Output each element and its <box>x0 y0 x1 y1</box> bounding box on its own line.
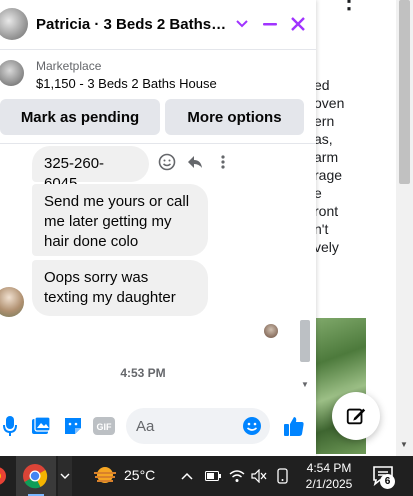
show-hidden-icons-button[interactable] <box>178 466 196 486</box>
network-status[interactable] <box>228 466 246 486</box>
message-bubble[interactable]: Oops sorry was texting my daughter <box>32 260 208 316</box>
image-icon <box>32 416 51 434</box>
system-clock[interactable]: 4:54 PM 2/1/2025 <box>298 460 360 492</box>
sticker-icon <box>65 418 81 434</box>
message-input-placeholder: Aa <box>136 418 155 435</box>
message-input[interactable]: Aa <box>126 408 270 444</box>
app-icon <box>0 467 6 485</box>
more-options-button[interactable]: More options <box>165 99 304 135</box>
battery-status[interactable] <box>204 466 222 486</box>
emoji-icon[interactable] <box>242 416 262 436</box>
read-receipt-avatar <box>264 324 278 338</box>
wifi-icon <box>229 470 245 482</box>
mic-icon <box>3 416 17 436</box>
close-button[interactable] <box>286 12 310 36</box>
avatar[interactable] <box>0 8 28 40</box>
mark-as-pending-button[interactable]: Mark as pending <box>0 99 160 135</box>
chevron-down-icon <box>60 473 70 479</box>
voice-clip-button[interactable] <box>0 414 22 438</box>
message-bubble[interactable]: 325-260-6045 <box>32 146 149 192</box>
taskbar: 25°C 4:54 PM 2/1/2025 6 <box>0 456 413 496</box>
battery-icon <box>205 471 221 481</box>
background-listing-text: ed oven ern as, arm rage e ront n't vely <box>314 76 384 256</box>
message-actions <box>158 152 232 172</box>
phone-link-status[interactable] <box>274 466 292 486</box>
scroll-down-arrow-icon[interactable]: ▼ <box>301 380 309 389</box>
notification-count-badge: 6 <box>380 474 395 489</box>
screen: ⋮ ed oven ern as, arm rage e ront n't ve… <box>0 0 413 496</box>
bg-text-line: ront <box>314 203 339 219</box>
bg-text-line: rage <box>314 167 343 183</box>
attach-image-button[interactable] <box>30 414 52 438</box>
emoji-react-icon[interactable] <box>158 152 176 172</box>
thread-scrollbar-thumb[interactable] <box>300 320 310 362</box>
like-icon <box>284 417 304 436</box>
weather-icon <box>94 467 116 483</box>
bg-text-line: ed <box>314 77 330 93</box>
svg-text:GIF: GIF <box>97 422 113 432</box>
chat-title[interactable]: Patricia · 3 Beds 2 Baths H... <box>36 16 230 33</box>
chevron-down-icon <box>236 20 248 28</box>
message-timestamp: 4:53 PM <box>120 366 166 380</box>
phone-icon <box>277 468 288 484</box>
minimize-button[interactable] <box>258 12 282 36</box>
bg-text-line: arm <box>314 149 339 165</box>
taskbar-chrome[interactable] <box>20 460 50 492</box>
message-thread[interactable]: 325-260-6045 Send me yours or call me la… <box>0 144 316 396</box>
more-icon[interactable] <box>214 152 232 172</box>
clock-date: 2/1/2025 <box>305 477 353 491</box>
page-scrollbar[interactable] <box>396 0 413 456</box>
bg-text-line: n't <box>314 221 329 237</box>
minimize-icon <box>263 23 277 26</box>
gif-button[interactable]: GIF <box>92 414 116 438</box>
chat-header[interactable]: Patricia · 3 Beds 2 Baths H... <box>0 0 316 50</box>
chat-options-button[interactable] <box>230 12 254 36</box>
taskbar-overflow-button[interactable] <box>58 456 72 496</box>
page-scrollbar-thumb[interactable] <box>399 0 410 184</box>
clock-time: 4:54 PM <box>306 461 352 475</box>
gif-icon: GIF <box>93 417 115 435</box>
listing-summary[interactable]: Marketplace $1,150 - 3 Beds 2 Baths Hous… <box>0 54 316 94</box>
listing-source: Marketplace <box>36 59 102 73</box>
listing-title: $1,150 - 3 Beds 2 Baths House <box>36 76 217 91</box>
taskbar-app-partial[interactable] <box>0 460 12 492</box>
scroll-down-arrow-icon[interactable]: ▼ <box>400 440 408 449</box>
bg-text-line: ern <box>314 113 335 129</box>
volume-status[interactable] <box>250 466 268 486</box>
sender-avatar[interactable] <box>0 287 24 317</box>
new-message-button[interactable] <box>332 392 380 440</box>
temperature: 25°C <box>124 467 156 483</box>
message-bubble[interactable]: Send me yours or call me later getting m… <box>32 184 208 256</box>
page-more-icon[interactable]: ⋮ <box>338 0 360 12</box>
chrome-icon <box>23 464 48 489</box>
thread-scrollbar[interactable]: ▼ <box>298 144 312 396</box>
chat-window: Patricia · 3 Beds 2 Baths H... Marketpla… <box>0 0 316 456</box>
bg-text-line: as, <box>314 131 333 147</box>
sticker-button[interactable] <box>62 414 84 438</box>
bg-text-line: oven <box>314 95 345 111</box>
chevron-up-icon <box>181 472 193 480</box>
reply-icon[interactable] <box>186 152 204 172</box>
weather-widget[interactable]: 25°C <box>92 464 155 486</box>
like-button[interactable] <box>282 414 306 438</box>
bg-text-line: e <box>314 185 322 201</box>
bg-text-line: vely <box>314 239 339 255</box>
speaker-muted-icon <box>251 469 267 483</box>
close-icon <box>291 17 305 31</box>
compose-icon <box>346 408 366 425</box>
listing-thumbnail <box>0 60 24 86</box>
message-composer: GIF Aa <box>0 404 316 448</box>
